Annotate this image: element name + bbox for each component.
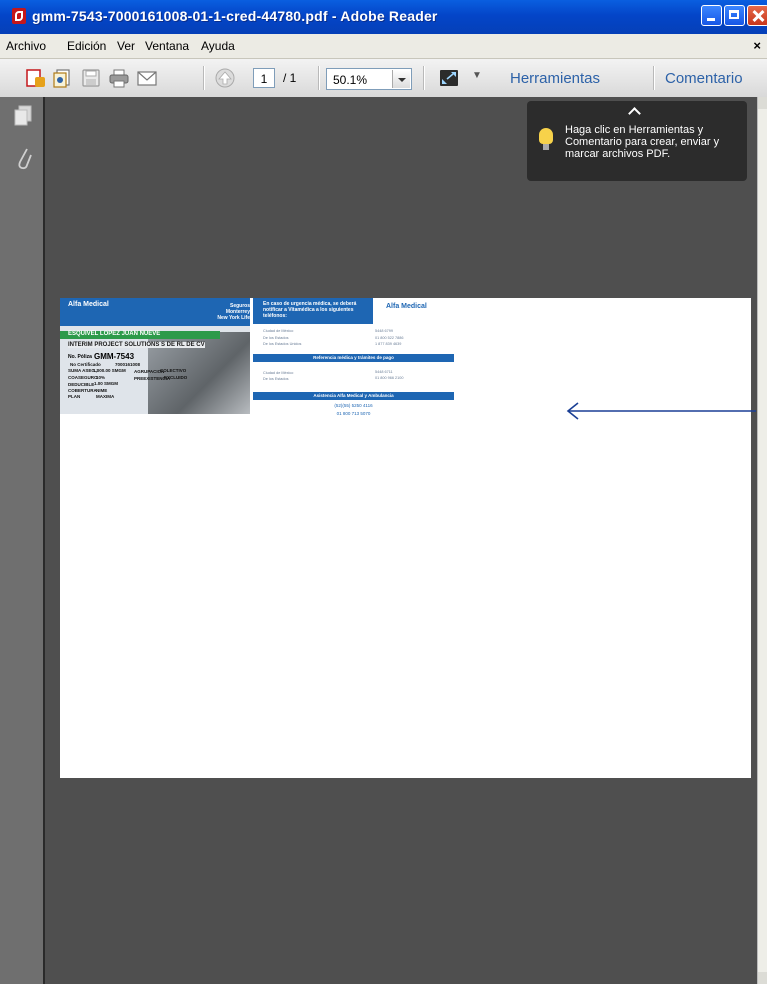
urgency-notice: En caso de urgencia médica, se deberá no… bbox=[253, 298, 373, 324]
phone-row-value: 5448 6711 bbox=[375, 370, 393, 374]
toolbar-separator bbox=[318, 66, 320, 90]
close-document-button[interactable]: × bbox=[753, 38, 761, 53]
coaseguro-label: COASEGURO bbox=[68, 375, 98, 380]
insured-name: ESQUIVEL LOPEZ JUAN NUEVE bbox=[68, 331, 161, 337]
fit-page-icon[interactable] bbox=[438, 68, 460, 88]
plan-label: PLAN bbox=[68, 394, 81, 399]
print-icon[interactable] bbox=[108, 68, 130, 88]
seguros-monterrey-logo: Seguros Monterrey New York Life bbox=[217, 303, 250, 321]
phone-row-label: Ciudad de México bbox=[263, 371, 294, 375]
menu-edicion[interactable]: Edición bbox=[67, 39, 106, 53]
toolbar: 1 / 1 50.1% ▼ Herramientas Comentario bbox=[0, 59, 767, 98]
deducible-label: DEDUCIBLE bbox=[68, 382, 95, 387]
toolbar-separator bbox=[653, 66, 655, 90]
phone-row-label: De los Estados bbox=[263, 336, 289, 340]
previous-page-icon[interactable] bbox=[214, 68, 236, 88]
minimize-button[interactable] bbox=[701, 5, 722, 26]
phone-row-value: 1 877 839 4639 bbox=[375, 342, 402, 346]
section-band-referencia: Referencia médica y trámites de pago bbox=[253, 354, 454, 362]
menu-archivo[interactable]: Archivo bbox=[6, 39, 46, 53]
page-number-input[interactable]: 1 bbox=[253, 68, 275, 88]
lightbulb-icon bbox=[539, 128, 553, 150]
tip-text: Haga clic en Herramientas y Comentario p… bbox=[565, 124, 720, 160]
navigation-panel bbox=[0, 97, 45, 984]
menu-bar: Archivo Edición Ver Ventana Ayuda × bbox=[0, 34, 767, 59]
suma-value: 1,000.00 SMGM bbox=[93, 368, 126, 373]
toolbar-separator bbox=[423, 66, 425, 90]
section-band-asistencia: Asistencia Alfa Medical y Ambulancia bbox=[253, 392, 454, 400]
tools-tip-popup: Haga clic en Herramientas y Comentario p… bbox=[527, 101, 747, 181]
scroll-up-button[interactable] bbox=[758, 97, 767, 109]
insurance-card-back: En caso de urgencia médica, se deberá no… bbox=[253, 298, 454, 417]
email-icon[interactable] bbox=[136, 68, 158, 88]
agrupacion-value: COLECTIVO bbox=[160, 368, 187, 373]
menu-ventana[interactable]: Ventana bbox=[145, 39, 189, 53]
phone-row-label: Ciudad de México bbox=[263, 329, 294, 333]
toolbar-separator bbox=[203, 66, 205, 90]
annotation-arrow bbox=[566, 402, 756, 420]
assistance-phone: 01 800 713 5070 bbox=[336, 411, 371, 416]
phone-row-label: De los Estados bbox=[263, 377, 289, 381]
zoom-value: 50.1% bbox=[333, 73, 368, 87]
pages-icon[interactable] bbox=[13, 105, 33, 127]
insurance-card-front: Alfa Medical Seguros Monterrey New York L… bbox=[60, 298, 250, 414]
policy-label: No. Póliza bbox=[68, 354, 92, 360]
comment-button[interactable]: Comentario bbox=[665, 70, 743, 87]
chevron-down-icon[interactable] bbox=[392, 70, 410, 88]
cobertura-value: NIME bbox=[96, 388, 108, 393]
phone-row-value: 01 800 966 2100 bbox=[375, 376, 404, 380]
create-pdf-icon[interactable] bbox=[24, 68, 46, 88]
assistance-phone: (52)(55) 5250 4116 bbox=[334, 403, 373, 408]
attachments-icon[interactable] bbox=[15, 145, 33, 171]
save-icon[interactable] bbox=[80, 68, 102, 88]
deducible-value: 1.00 SMGM bbox=[94, 381, 119, 386]
plan-value: MAXIMA bbox=[96, 394, 115, 399]
company-name: INTERIM PROJECT SOLUTIONS S DE RL DE CV bbox=[68, 342, 205, 348]
window-title: gmm-7543-7000161008-01-1-cred-44780.pdf … bbox=[32, 8, 438, 24]
cobertura-label: COBERTURA bbox=[68, 388, 97, 393]
scroll-down-button[interactable] bbox=[758, 972, 767, 984]
more-tools-icon[interactable]: ▼ bbox=[472, 70, 482, 81]
page-total: / 1 bbox=[283, 71, 297, 85]
maximize-button[interactable] bbox=[724, 5, 745, 26]
cert-label: No Certificado bbox=[70, 362, 101, 367]
coaseguro-value: 10% bbox=[96, 375, 106, 380]
zoom-select[interactable]: 50.1% bbox=[326, 68, 412, 90]
title-bar: gmm-7543-7000161008-01-1-cred-44780.pdf … bbox=[0, 0, 767, 34]
adobe-reader-icon bbox=[12, 8, 26, 24]
menu-ayuda[interactable]: Ayuda bbox=[201, 39, 235, 53]
tools-button[interactable]: Herramientas bbox=[510, 70, 600, 87]
preexistencia-value: EXCLUIDO bbox=[164, 375, 188, 380]
collapse-tip-icon[interactable] bbox=[628, 107, 641, 120]
cert-value: 7000161008 bbox=[115, 362, 141, 367]
menu-ver[interactable]: Ver bbox=[117, 39, 135, 53]
combine-files-icon[interactable] bbox=[52, 68, 74, 88]
policy-value: GMM-7543 bbox=[94, 352, 135, 361]
alfa-medical-logo: Alfa Medical bbox=[68, 301, 109, 308]
close-button[interactable] bbox=[747, 5, 767, 26]
phone-row-value: 01 800 522 7886 bbox=[375, 336, 404, 340]
alfa-medical-logo: Alfa Medical bbox=[386, 303, 427, 310]
phone-row-label: De los Estados Unidos bbox=[263, 342, 302, 346]
vertical-scrollbar[interactable] bbox=[757, 97, 767, 984]
phone-row-value: 5448 6799 bbox=[375, 329, 393, 333]
